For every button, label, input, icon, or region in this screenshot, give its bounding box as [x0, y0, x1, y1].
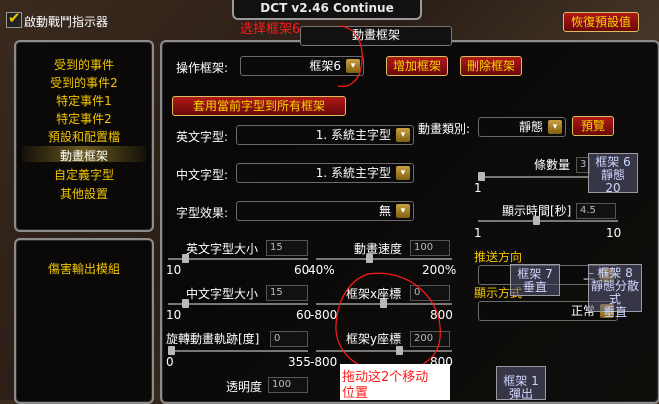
window-title: DCT v2.46 Continue [260, 1, 394, 15]
speed-input[interactable]: 100 [410, 240, 450, 256]
frame-6-count: 20 [605, 181, 621, 195]
en-size-min: 10 [166, 263, 182, 277]
enable-label: 啟動戰鬥指示器 [24, 15, 109, 29]
anim-type-label: 動畫類別: [418, 122, 471, 136]
en-size-max: 60 [294, 263, 310, 277]
cn-font-label: 中文字型: [176, 168, 229, 182]
duration-min: 1 [474, 226, 482, 240]
rotate-slider[interactable] [168, 346, 308, 355]
count-min: 1 [474, 181, 482, 195]
chevron-down-icon: ▾ [396, 204, 410, 218]
sidebar-item-received-events[interactable]: 受到的事件 [14, 56, 154, 73]
cn-font-value: 1. 系統主字型 [315, 166, 391, 180]
font-effect-dropdown[interactable]: 無 ▾ [236, 201, 414, 221]
frame-7-anchor[interactable]: 框架 7 垂直 [510, 264, 560, 296]
count-label: 條數量 [534, 158, 571, 172]
annotation-bottom-line2: 位置 [342, 386, 369, 401]
sidebar-item-received-events-2[interactable]: 受到的事件2 [14, 74, 154, 91]
anim-type-value: 靜態 [518, 120, 543, 134]
slider-knob[interactable] [533, 216, 540, 225]
frame-8-type: 靜態分散式 [590, 279, 639, 306]
cn-size-max: 60 [296, 308, 312, 322]
push-dir-label: 推送方向 [474, 250, 523, 264]
alpha-input[interactable]: 100 [268, 377, 308, 393]
en-size-label: 英文字型大小 [186, 242, 259, 256]
count-slider[interactable] [478, 172, 588, 181]
restore-defaults-button[interactable]: 恢復預設值 [563, 12, 639, 32]
slider-knob[interactable] [182, 254, 189, 263]
anim-type-dropdown[interactable]: 靜態 ▾ [478, 117, 566, 137]
section-title-box: 動畫框架 [300, 26, 452, 46]
sidebar-item-animation-frames[interactable]: 動畫框架 [14, 147, 154, 164]
add-frame-button[interactable]: 增加框架 [386, 56, 448, 76]
sidebar-item-other-settings[interactable]: 其他設置 [14, 185, 154, 202]
font-effect-value: 無 [378, 204, 391, 218]
sidebar-item-specific-events-1[interactable]: 特定事件1 [14, 92, 154, 109]
annotation-circle-bottom [335, 272, 441, 373]
duration-max: 10 [606, 226, 622, 240]
frame-8-orientation: 垂直 [602, 305, 627, 319]
chevron-down-icon: ▾ [548, 120, 562, 134]
sidebar-item-damage-output[interactable]: 傷害輸出模組 [14, 260, 154, 277]
frame-1-anchor[interactable]: 框架 1 彈出 [496, 366, 546, 401]
rotate-max: 355 [288, 355, 311, 369]
en-size-input[interactable]: 15 [266, 240, 308, 256]
slider-knob[interactable] [182, 299, 189, 308]
delete-frame-button[interactable]: 刪除框架 [460, 56, 522, 76]
rotate-label: 旋轉動畫軌跡[度] [166, 332, 260, 346]
title-bar[interactable]: DCT v2.46 Continue [232, 0, 422, 20]
cn-font-dropdown[interactable]: 1. 系統主字型 ▾ [236, 163, 414, 183]
annotation-top: 选择框架6 [240, 22, 301, 37]
cn-size-slider[interactable] [168, 299, 308, 308]
alpha-label: 透明度 [226, 380, 263, 394]
speed-label: 動畫速度 [354, 242, 403, 256]
cn-size-input[interactable]: 15 [266, 285, 308, 301]
duration-slider[interactable] [478, 216, 618, 225]
sidebar-item-custom-fonts[interactable]: 自定義字型 [14, 166, 154, 183]
duration-input[interactable]: 4.5 [576, 203, 616, 219]
cn-size-label: 中文字型大小 [186, 287, 259, 301]
slider-knob[interactable] [366, 254, 373, 263]
frame-7-type: 垂直 [522, 280, 547, 294]
rotate-input[interactable]: 0 [270, 331, 308, 347]
en-size-slider[interactable] [168, 254, 308, 263]
speed-slider[interactable] [316, 254, 452, 263]
enable-checkbox[interactable]: ✔ [6, 9, 22, 28]
preview-button[interactable]: 預覽 [572, 116, 614, 136]
cn-size-min: 10 [166, 308, 182, 322]
chevron-down-icon: ▾ [396, 128, 410, 142]
frame-8-anchor[interactable]: 框架 8 靜態分散式 垂直 [588, 264, 642, 319]
frame-1-type: 彈出 [508, 387, 533, 401]
checkmark-icon: ✔ [8, 9, 21, 27]
rotate-min: 0 [166, 355, 174, 369]
annotation-circle-top [337, 25, 363, 88]
sidebar-item-profiles[interactable]: 預設和配置檔 [14, 128, 154, 145]
en-font-label: 英文字型: [176, 130, 229, 144]
chevron-down-icon: ▾ [396, 166, 410, 180]
font-effect-label: 字型效果: [176, 206, 229, 220]
frame-6-anchor[interactable]: 框架 6 靜態 20 [588, 153, 638, 195]
sidebar-item-specific-events-2[interactable]: 特定事件2 [14, 110, 154, 127]
slider-knob[interactable] [478, 172, 485, 181]
slider-knob[interactable] [168, 346, 175, 355]
en-font-dropdown[interactable]: 1. 系統主字型 ▾ [236, 125, 414, 145]
apply-font-all-button[interactable]: 套用當前字型到所有框架 [172, 96, 346, 116]
en-font-value: 1. 系統主字型 [315, 128, 391, 142]
operate-frame-label: 操作框架: [176, 61, 229, 75]
